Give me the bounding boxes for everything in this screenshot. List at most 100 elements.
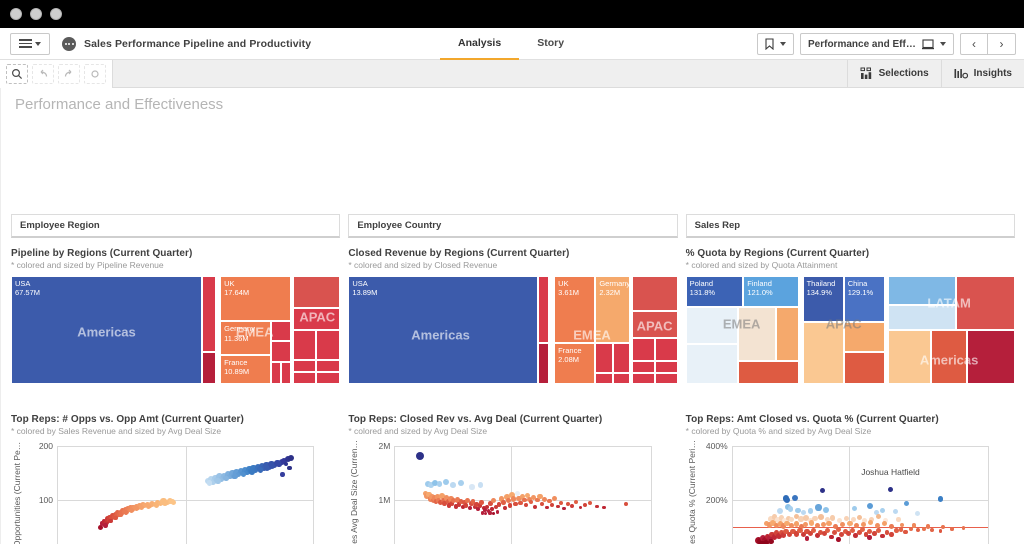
treemap-node[interactable] (292, 372, 317, 384)
scatter-plot[interactable]: Sales Quota % (Current Peri…400%200%0%Jo… (686, 440, 1015, 544)
treemap-node[interactable] (843, 322, 885, 352)
treemap-node[interactable]: Thailand 134.9% (802, 276, 844, 323)
treemap-node[interactable] (631, 310, 678, 338)
data-point[interactable] (820, 488, 826, 494)
data-point[interactable] (513, 501, 518, 506)
data-point[interactable] (903, 529, 908, 534)
treemap-node[interactable]: USA 13.89M (348, 276, 538, 384)
treemap-node[interactable] (776, 307, 800, 362)
viz-closed-revenue-by-regions[interactable]: Closed Revenue by Regions (Current Quart… (348, 248, 678, 384)
data-point[interactable] (491, 512, 495, 516)
data-point[interactable] (145, 503, 151, 509)
data-point[interactable] (562, 506, 566, 511)
data-point[interactable] (467, 506, 472, 511)
treemap[interactable]: USA 67.57M UK 17.64M Germany 11.36M France … (11, 276, 341, 384)
treemap-node[interactable]: France 2.08M (554, 342, 596, 384)
data-point[interactable] (523, 502, 528, 507)
redo-icon[interactable] (58, 63, 80, 84)
treemap-node[interactable] (202, 351, 216, 384)
treemap-node[interactable] (967, 330, 1015, 384)
treemap-node[interactable] (292, 360, 317, 373)
treemap-node[interactable] (738, 361, 800, 384)
data-point[interactable] (558, 500, 563, 505)
treemap-node[interactable] (955, 276, 1015, 330)
data-point[interactable] (868, 520, 874, 526)
tab-analysis[interactable]: Analysis (440, 28, 520, 60)
data-point[interactable] (787, 506, 794, 513)
treemap-node[interactable] (843, 351, 885, 384)
treemap-node[interactable] (316, 330, 341, 361)
data-point[interactable] (449, 482, 456, 488)
data-point[interactable] (815, 504, 822, 511)
data-point[interactable] (533, 504, 538, 509)
treemap-node[interactable] (292, 330, 317, 361)
data-point[interactable] (950, 527, 954, 531)
data-point[interactable] (257, 466, 264, 473)
data-point[interactable] (128, 508, 134, 514)
treemap-node[interactable] (631, 337, 655, 362)
treemap-node[interactable] (612, 342, 630, 374)
next-sheet-button[interactable]: › (988, 33, 1016, 55)
viz-opps-vs-opp-amt[interactable]: Top Reps: # Opps vs. Opp Amt (Current Qu… (11, 414, 340, 544)
data-point[interactable] (866, 502, 873, 509)
data-point[interactable] (162, 500, 169, 506)
treemap-node[interactable]: UK 17.64M (220, 276, 291, 322)
treemap-node[interactable] (738, 307, 777, 362)
treemap-node[interactable] (292, 308, 341, 330)
treemap-node[interactable] (271, 340, 291, 363)
data-point[interactable] (856, 514, 862, 521)
treemap-node[interactable] (931, 330, 968, 384)
data-point[interactable] (896, 517, 901, 522)
filter-employee-country[interactable]: Employee Country (348, 214, 678, 238)
data-point[interactable] (624, 501, 629, 506)
data-point[interactable] (503, 506, 507, 511)
viz-amt-closed-vs-quota[interactable]: Top Reps: Amt Closed vs. Quota % (Curren… (686, 414, 1015, 544)
selection-search-icon[interactable] (6, 63, 28, 84)
treemap-node[interactable] (654, 373, 678, 384)
data-point[interactable] (549, 502, 555, 507)
insights-button[interactable]: Insights (940, 59, 1024, 88)
data-point[interactable] (249, 469, 255, 475)
data-point[interactable] (544, 505, 549, 510)
data-point[interactable] (826, 520, 832, 526)
data-point[interactable] (476, 507, 481, 512)
treemap-node[interactable] (654, 361, 678, 374)
scatter-plot[interactable]: Sales Avg Deal Size (Curren…2M1M0Martin … (348, 440, 677, 544)
main-menu-button[interactable] (10, 32, 50, 55)
data-point[interactable] (133, 506, 139, 511)
data-point[interactable] (288, 454, 295, 461)
treemap-node[interactable] (271, 362, 282, 384)
data-point[interactable] (758, 540, 765, 544)
treemap-node[interactable]: Finland 121.0% (743, 276, 800, 308)
data-point[interactable] (829, 515, 836, 521)
treemap-node[interactable] (271, 321, 291, 341)
data-point[interactable] (287, 466, 292, 471)
data-point[interactable] (602, 505, 607, 510)
data-point[interactable] (961, 526, 966, 530)
data-point[interactable] (768, 538, 774, 544)
treemap-node[interactable]: Poland 131.8% (685, 276, 744, 308)
data-point[interactable] (825, 528, 831, 534)
treemap-node[interactable] (685, 344, 739, 384)
scatter-plot[interactable]: # Opportunities (Current Pe…200100001M2M… (11, 441, 340, 544)
data-point[interactable] (555, 504, 560, 509)
data-point[interactable] (491, 498, 497, 504)
data-point[interactable] (500, 500, 506, 506)
data-point[interactable] (794, 507, 801, 514)
window-maximize-button[interactable] (50, 8, 62, 20)
data-point[interactable] (113, 515, 119, 521)
treemap-node[interactable] (281, 362, 291, 384)
undo-icon[interactable] (32, 63, 54, 84)
data-point[interactable] (892, 509, 898, 515)
data-point[interactable] (777, 507, 784, 514)
viz-pipeline-by-regions[interactable]: Pipeline by Regions (Current Quarter) * … (11, 248, 341, 384)
data-point[interactable] (922, 526, 927, 531)
viz-quota-by-regions[interactable]: % Quota by Regions (Current Quarter) * c… (685, 248, 1015, 384)
data-point[interactable] (415, 452, 424, 461)
data-point[interactable] (876, 527, 882, 533)
treemap-node[interactable]: China 129.1% (843, 276, 885, 323)
data-point[interactable] (820, 521, 826, 527)
data-point[interactable] (108, 518, 114, 524)
treemap-node[interactable] (888, 330, 931, 384)
data-point[interactable] (783, 497, 790, 504)
